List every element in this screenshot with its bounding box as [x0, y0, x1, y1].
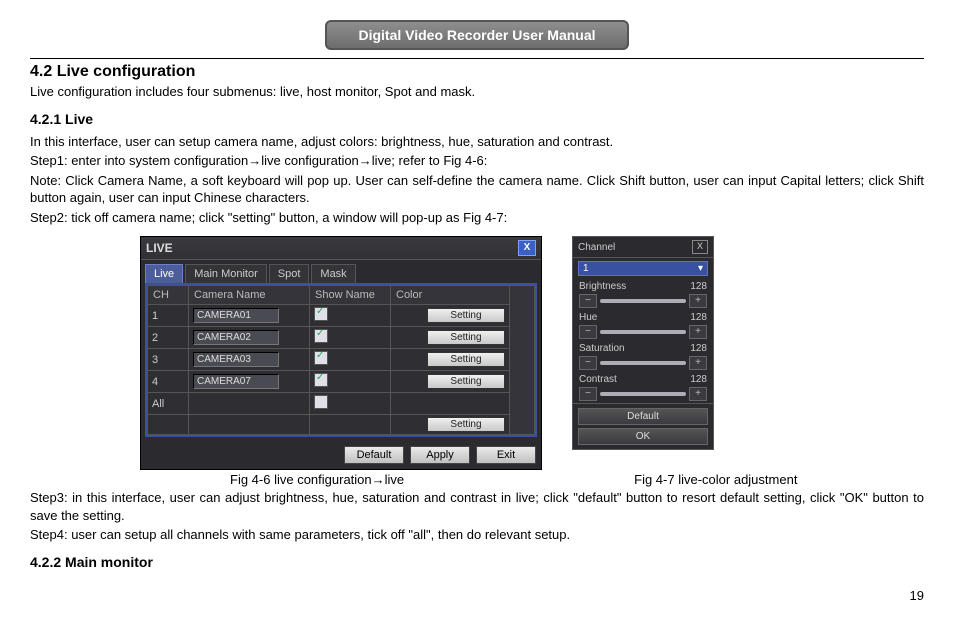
camera-name-input[interactable]: CAMERA07 [193, 374, 279, 389]
setting-button[interactable]: Setting [427, 352, 505, 367]
show-name-checkbox[interactable] [314, 329, 328, 343]
subsection-1-title: Live [65, 111, 93, 127]
tab-mask[interactable]: Mask [311, 264, 355, 283]
exit-button[interactable]: Exit [476, 446, 536, 464]
ch-cell: 2 [148, 327, 189, 349]
channel-value: 1 [583, 263, 589, 274]
brightness-value: 128 [690, 281, 707, 292]
figure-2-caption: Fig 4-7 live-color adjustment [634, 472, 797, 487]
channel-select[interactable]: 1 ▾ [578, 261, 708, 276]
setting-button[interactable]: Setting [427, 374, 505, 389]
contrast-label: Contrast [579, 374, 617, 385]
chevron-down-icon: ▾ [698, 263, 703, 274]
col-ch: CH [148, 286, 189, 305]
paragraph-4: Step2: tick off camera name; click "sett… [30, 209, 924, 227]
show-name-checkbox[interactable] [314, 373, 328, 387]
brightness-row: Brightness 128 − + [573, 279, 713, 310]
plus-button[interactable]: + [689, 356, 707, 370]
hue-slider[interactable] [600, 330, 686, 334]
show-name-checkbox[interactable] [314, 351, 328, 365]
ch-cell: 1 [148, 305, 189, 327]
subsection-1-heading: 4.2.1 Live [30, 111, 924, 127]
paragraph-5: Step3: in this interface, user can adjus… [30, 489, 924, 524]
all-checkbox[interactable] [314, 395, 328, 409]
page-number: 19 [30, 588, 924, 603]
table-row: 4 CAMERA07 Setting [148, 371, 535, 393]
col-color: Color [391, 286, 510, 305]
hue-label: Hue [579, 312, 597, 323]
paragraph-3: Note: Click Camera Name, a soft keyboard… [30, 172, 924, 207]
brightness-label: Brightness [579, 281, 626, 292]
brightness-slider[interactable] [600, 299, 686, 303]
minus-button[interactable]: − [579, 294, 597, 308]
plus-button[interactable]: + [689, 294, 707, 308]
live-config-dialog: LIVE X Live Main Monitor Spot Mask CH Ca… [140, 236, 542, 470]
close-icon[interactable]: X [692, 240, 708, 254]
dialog-title: LIVE [146, 241, 173, 255]
paragraph-6: Step4: user can setup all channels with … [30, 526, 924, 544]
plus-button[interactable]: + [689, 325, 707, 339]
hue-row: Hue 128 − + [573, 310, 713, 341]
ch-cell: 4 [148, 371, 189, 393]
col-show-name: Show Name [310, 286, 391, 305]
show-name-checkbox[interactable] [314, 307, 328, 321]
table-row: 2 CAMERA02 Setting [148, 327, 535, 349]
plus-button[interactable]: + [689, 387, 707, 401]
paragraph-1: In this interface, user can setup camera… [30, 133, 924, 151]
figure-1-caption: Fig 4-6 live configuration→live [230, 472, 404, 487]
table-row: 3 CAMERA03 Setting [148, 349, 535, 371]
subsection-1-number: 4.2.1 [30, 111, 61, 127]
intro-text: Live configuration includes four submenu… [30, 83, 924, 101]
table-row: 1 CAMERA01 Setting [148, 305, 535, 327]
all-setting-row: Setting [148, 415, 535, 435]
table-header-row: CH Camera Name Show Name Color [148, 286, 535, 305]
camera-name-input[interactable]: CAMERA03 [193, 352, 279, 367]
all-row: All [148, 393, 535, 415]
minus-button[interactable]: − [579, 387, 597, 401]
saturation-slider[interactable] [600, 361, 686, 365]
col-camera-name: Camera Name [189, 286, 310, 305]
saturation-row: Saturation 128 − + [573, 341, 713, 372]
channel-label: Channel [578, 242, 615, 253]
apply-button[interactable]: Apply [410, 446, 470, 464]
camera-name-input[interactable]: CAMERA01 [193, 308, 279, 323]
paragraph-2: Step1: enter into system configuration→l… [30, 152, 924, 170]
saturation-value: 128 [690, 343, 707, 354]
tab-main-monitor[interactable]: Main Monitor [185, 264, 267, 283]
ok-button[interactable]: OK [578, 428, 708, 445]
ch-cell: 3 [148, 349, 189, 371]
subsection-2-number: 4.2.2 [30, 554, 61, 570]
tab-spot[interactable]: Spot [269, 264, 310, 283]
color-adjust-dialog: Channel X 1 ▾ Brightness 128 − + Hue 128 [572, 236, 714, 450]
all-setting-button[interactable]: Setting [427, 417, 505, 432]
manual-header: Digital Video Recorder User Manual [325, 20, 629, 50]
camera-name-input[interactable]: CAMERA02 [193, 330, 279, 345]
all-label: All [148, 393, 189, 415]
section-number: 4.2 [30, 63, 52, 80]
close-icon[interactable]: X [518, 240, 536, 256]
setting-button[interactable]: Setting [427, 330, 505, 345]
hue-value: 128 [690, 312, 707, 323]
setting-button[interactable]: Setting [427, 308, 505, 323]
minus-button[interactable]: − [579, 356, 597, 370]
saturation-label: Saturation [579, 343, 625, 354]
subsection-2-heading: 4.2.2 Main monitor [30, 554, 924, 570]
scrollbar[interactable] [510, 286, 535, 435]
subsection-2-title: Main monitor [65, 554, 153, 570]
section-heading: 4.2 Live configuration [30, 63, 924, 81]
tab-live[interactable]: Live [145, 264, 183, 283]
section-title: Live configuration [57, 63, 196, 80]
header-rule [30, 58, 924, 59]
default-button[interactable]: Default [344, 446, 404, 464]
contrast-row: Contrast 128 − + [573, 372, 713, 403]
minus-button[interactable]: − [579, 325, 597, 339]
contrast-value: 128 [690, 374, 707, 385]
default-button[interactable]: Default [578, 408, 708, 425]
contrast-slider[interactable] [600, 392, 686, 396]
